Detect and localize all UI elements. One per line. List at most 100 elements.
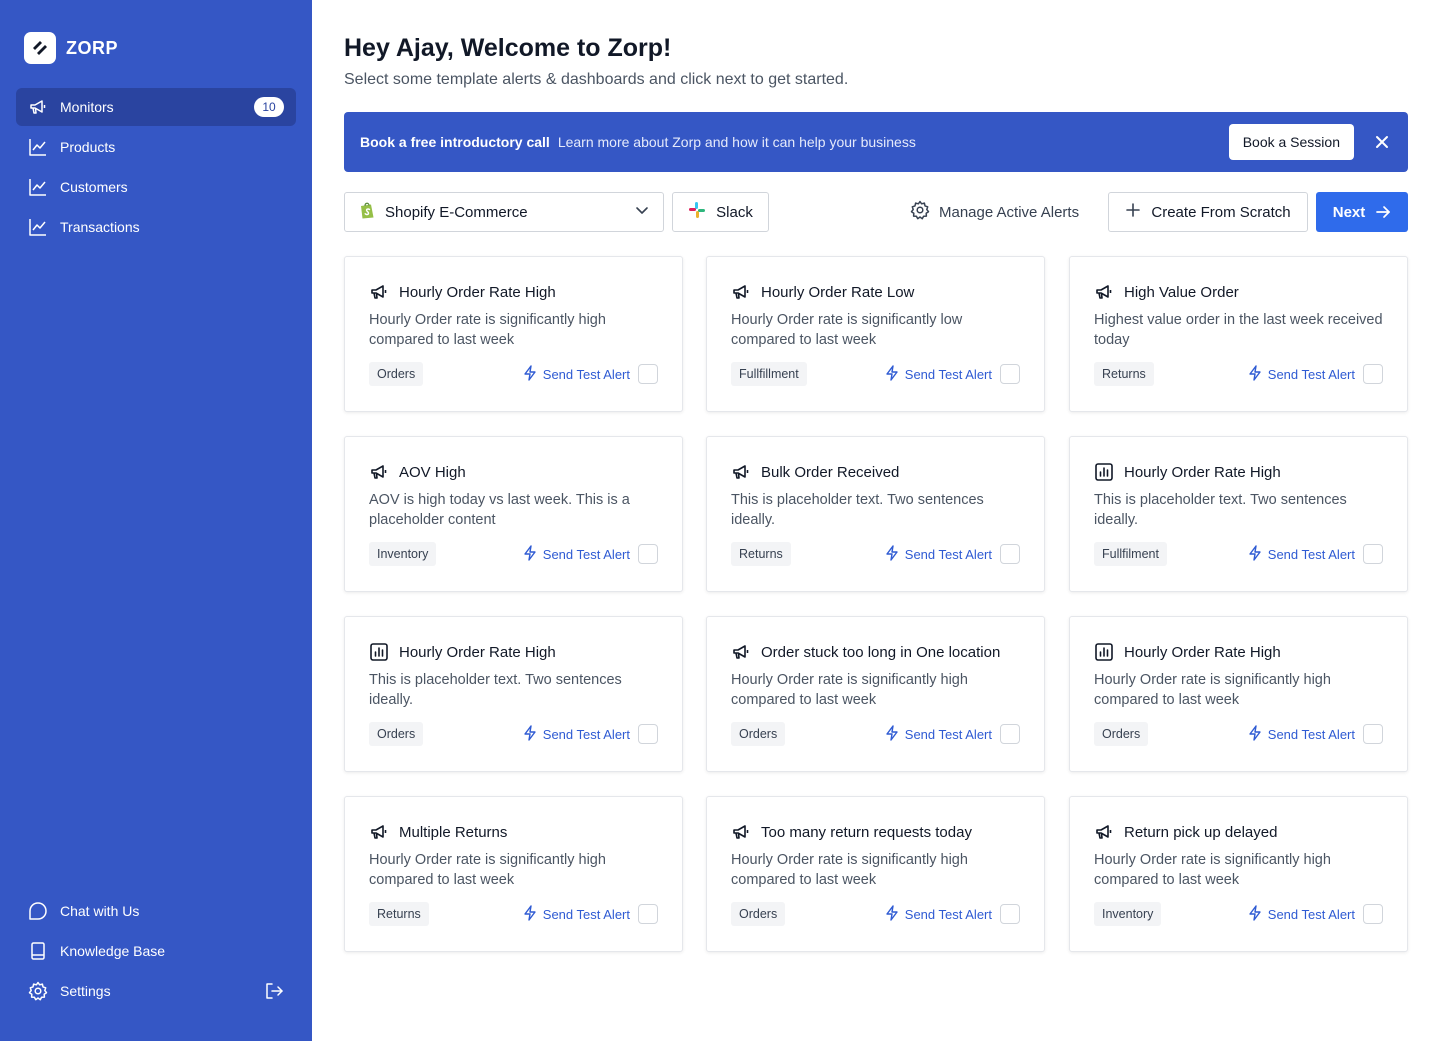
card-footer: Returns Send Test Alert xyxy=(369,902,658,926)
shopify-icon xyxy=(359,201,375,223)
trend-chart-icon xyxy=(28,217,48,237)
send-test-alert-link[interactable]: Send Test Alert xyxy=(884,364,992,384)
alert-template-card[interactable]: High Value Order Highest value order in t… xyxy=(1069,256,1408,412)
book-icon xyxy=(28,941,48,961)
select-checkbox[interactable] xyxy=(1363,364,1383,384)
alert-template-card[interactable]: Hourly Order Rate High Hourly Order rate … xyxy=(344,256,683,412)
megaphone-icon xyxy=(731,642,751,662)
page-subtitle: Select some template alerts & dashboards… xyxy=(344,71,849,88)
card-footer: Returns Send Test Alert xyxy=(1094,362,1383,386)
alert-template-card[interactable]: Hourly Order Rate High Hourly Order rate … xyxy=(1069,616,1408,772)
sidebar-item-label: Knowledge Base xyxy=(60,943,166,959)
select-checkbox[interactable] xyxy=(1000,364,1020,384)
select-checkbox[interactable] xyxy=(638,544,658,564)
zorp-logo-icon xyxy=(24,32,56,64)
integration-select[interactable]: Shopify E-Commerce xyxy=(344,192,664,232)
next-label: Next xyxy=(1332,203,1366,221)
send-test-alert-link[interactable]: Send Test Alert xyxy=(884,544,992,564)
card-header: Hourly Order Rate High xyxy=(1094,461,1383,483)
megaphone-icon xyxy=(1094,822,1114,842)
sidebar-item-label: Transactions xyxy=(60,219,140,235)
select-checkbox[interactable] xyxy=(638,724,658,744)
trend-chart-icon xyxy=(28,137,48,157)
card-description: Hourly Order rate is significantly high … xyxy=(1094,852,1331,888)
select-checkbox[interactable] xyxy=(1000,544,1020,564)
sidebar-item-transactions[interactable]: Transactions xyxy=(16,208,296,246)
category-tag: Orders xyxy=(731,902,786,926)
next-button[interactable]: Next xyxy=(1316,192,1408,232)
sidebar-item-settings[interactable]: Settings xyxy=(16,972,296,1010)
alert-template-card[interactable]: Too many return requests today Hourly Ord… xyxy=(706,796,1045,952)
alert-template-card[interactable]: Return pick up delayed Hourly Order rate … xyxy=(1069,796,1408,952)
card-description: This is placeholder text. Two sentences … xyxy=(731,492,984,528)
alert-template-card[interactable]: AOV High AOV is high today vs last week. … xyxy=(344,436,683,592)
card-description: AOV is high today vs last week. This is … xyxy=(369,492,630,528)
create-from-scratch-button[interactable]: Create From Scratch xyxy=(1108,192,1308,232)
alert-template-card[interactable]: Order stuck too long in One location Hour… xyxy=(706,616,1045,772)
megaphone-icon xyxy=(369,822,389,842)
send-test-alert-link[interactable]: Send Test Alert xyxy=(884,904,992,924)
lightning-icon xyxy=(522,364,538,384)
send-test-alert-link[interactable]: Send Test Alert xyxy=(522,544,630,564)
send-test-alert-link[interactable]: Send Test Alert xyxy=(522,364,630,384)
send-test-alert-link[interactable]: Send Test Alert xyxy=(1247,544,1355,564)
card-footer: Fullfillment Send Test Alert xyxy=(731,362,1020,386)
sidebar-item-chat[interactable]: Chat with Us xyxy=(16,892,296,930)
sidebar-item-monitors[interactable]: Monitors 10 xyxy=(16,88,296,126)
lightning-icon xyxy=(1247,364,1263,384)
send-test-alert-link[interactable]: Send Test Alert xyxy=(1247,364,1355,384)
category-tag: Orders xyxy=(1094,722,1149,746)
gear-icon xyxy=(28,981,48,1001)
send-test-alert-link[interactable]: Send Test Alert xyxy=(884,724,992,744)
card-header: Order stuck too long in One location xyxy=(731,641,1020,663)
sidebar-item-customers[interactable]: Customers xyxy=(16,168,296,206)
lightning-icon xyxy=(884,904,900,924)
category-tag: Returns xyxy=(369,902,429,926)
sidebar-nav: Monitors 10 Products Customers Transacti… xyxy=(16,88,296,248)
select-checkbox[interactable] xyxy=(1363,544,1383,564)
card-header: Hourly Order Rate Low xyxy=(731,281,1020,303)
lightning-icon xyxy=(522,544,538,564)
alert-template-card[interactable]: Hourly Order Rate High This is placeholde… xyxy=(1069,436,1408,592)
alert-template-card[interactable]: Multiple Returns Hourly Order rate is sig… xyxy=(344,796,683,952)
arrow-right-icon xyxy=(1375,204,1391,220)
send-test-alert-label: Send Test Alert xyxy=(1267,906,1355,922)
banner-text: Learn more about Zorp and how it can hel… xyxy=(557,134,916,150)
sidebar-item-knowledge-base[interactable]: Knowledge Base xyxy=(16,932,296,970)
alert-template-card[interactable]: Hourly Order Rate High This is placeholde… xyxy=(344,616,683,772)
select-checkbox[interactable] xyxy=(638,364,658,384)
lightning-icon xyxy=(1247,904,1263,924)
send-test-alert-link[interactable]: Send Test Alert xyxy=(1247,724,1355,744)
logout-icon[interactable] xyxy=(264,981,284,1001)
card-header: Hourly Order Rate High xyxy=(369,281,658,303)
send-test-alert-label: Send Test Alert xyxy=(904,546,992,562)
brand[interactable]: ZORP xyxy=(24,32,118,64)
send-test-alert-link[interactable]: Send Test Alert xyxy=(522,904,630,924)
alert-template-card[interactable]: Bulk Order Received This is placeholder t… xyxy=(706,436,1045,592)
chat-icon xyxy=(28,901,48,921)
select-checkbox[interactable] xyxy=(1000,904,1020,924)
select-checkbox[interactable] xyxy=(638,904,658,924)
manage-active-alerts-button[interactable]: Manage Active Alerts xyxy=(910,192,1079,232)
bar-chart-icon xyxy=(1094,462,1114,482)
select-checkbox[interactable] xyxy=(1363,904,1383,924)
card-title: Multiple Returns xyxy=(399,823,508,841)
sidebar-item-products[interactable]: Products xyxy=(16,128,296,166)
select-checkbox[interactable] xyxy=(1363,724,1383,744)
category-tag: Fullfillment xyxy=(731,362,807,386)
slack-button[interactable]: Slack xyxy=(672,192,769,232)
card-title: High Value Order xyxy=(1124,283,1239,301)
alert-template-card[interactable]: Hourly Order Rate Low Hourly Order rate i… xyxy=(706,256,1045,412)
lightning-icon xyxy=(884,724,900,744)
select-checkbox[interactable] xyxy=(1000,724,1020,744)
close-icon[interactable] xyxy=(1372,132,1392,152)
send-test-alert-link[interactable]: Send Test Alert xyxy=(522,724,630,744)
card-header: Bulk Order Received xyxy=(731,461,1020,483)
category-tag: Returns xyxy=(731,542,791,566)
trend-chart-icon xyxy=(28,177,48,197)
send-test-alert-label: Send Test Alert xyxy=(1267,726,1355,742)
send-test-alert-link[interactable]: Send Test Alert xyxy=(1247,904,1355,924)
book-session-button[interactable]: Book a Session xyxy=(1228,124,1354,160)
plus-icon xyxy=(1125,202,1141,222)
create-label: Create From Scratch xyxy=(1151,203,1291,221)
